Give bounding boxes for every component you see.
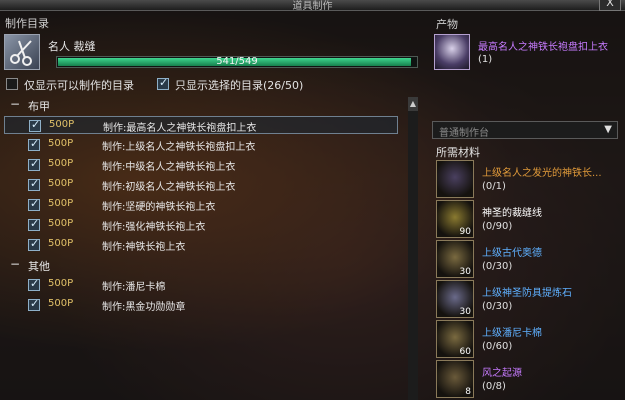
material-row[interactable]: 90 神圣的裁缝线 (0/90) (436, 200, 622, 240)
recipe-list-scrollbar[interactable]: ▲ (408, 97, 418, 400)
material-icon[interactable]: 90 (436, 200, 474, 238)
material-qty: 90 (459, 227, 471, 237)
recipe-checkbox[interactable] (28, 177, 40, 191)
material-icon[interactable]: 30 (436, 280, 474, 318)
product-name: 最高名人之神铁长袍盘扣上衣 (478, 42, 608, 53)
recipe-cost: 500P (48, 238, 74, 249)
recipe-name: 制作:上级名人之神铁长袍盘扣上衣 (102, 142, 256, 153)
recipe-checkbox[interactable] (29, 118, 41, 132)
material-name: 风之起源 (482, 368, 522, 379)
workbench-value: 普通制作台 (439, 128, 489, 139)
material-icon[interactable]: 8 (436, 360, 474, 398)
recipe-name: 制作:黑金功勋勋章 (102, 302, 186, 313)
material-row[interactable]: 30 上级古代奥德 (0/30) (436, 240, 622, 280)
material-row[interactable]: 8 风之起源 (0/8) (436, 360, 622, 400)
filter-selected-checkbox[interactable] (157, 76, 169, 90)
recipe-list-title: 制作目录 (5, 17, 49, 30)
filter-craftable-checkbox[interactable] (6, 78, 18, 90)
recipe-cost: 500P (49, 119, 75, 130)
filter-craftable-label: 仅显示可以制作的目录 (24, 79, 134, 92)
material-count: (0/90) (482, 221, 513, 232)
recipe-name: 制作:潘尼卡棉 (102, 282, 166, 293)
material-icon[interactable] (436, 160, 474, 198)
material-row[interactable]: 30 上级神圣防具提炼石 (0/30) (436, 280, 622, 320)
filter-selected-only[interactable]: 只显示选择的目录(26/50) (157, 76, 317, 92)
material-name: 上级古代奥德 (482, 248, 542, 259)
category-row[interactable]: − 布甲 (4, 96, 404, 114)
skill-progress-text: 541/549 (216, 56, 258, 67)
window-title: 道具制作 (292, 1, 333, 12)
chevron-down-icon: ▼ (604, 124, 612, 135)
workbench-dropdown[interactable]: 普通制作台 ▼ (432, 121, 618, 139)
recipe-list: −布甲500P制作:最高名人之神铁长袍盘扣上衣500P制作:上级名人之神铁长袍盘… (4, 96, 404, 326)
material-row[interactable]: 上级名人之发光的神铁长... (0/1) (436, 160, 622, 200)
recipe-name: 制作:坚硬的神铁长袍上衣 (102, 202, 216, 213)
recipe-name: 制作:神铁长袍上衣 (102, 242, 186, 253)
recipe-cost: 500P (48, 278, 74, 289)
recipe-row[interactable]: 500P 制作:强化神铁长袍上衣 (4, 216, 398, 234)
material-qty: 60 (459, 347, 471, 357)
scissors-icon (4, 34, 40, 70)
close-button[interactable]: X (599, 0, 621, 11)
product-count: (1) (478, 54, 493, 65)
material-count: (0/1) (482, 181, 506, 192)
recipe-checkbox[interactable] (28, 237, 40, 251)
filter-selected-label: 只显示选择的目录(26/50) (175, 79, 304, 92)
collapse-icon[interactable]: − (10, 257, 20, 271)
material-name: 上级神圣防具提炼石 (482, 288, 572, 299)
recipe-checkbox[interactable] (28, 197, 40, 211)
recipe-checkbox[interactable] (28, 217, 40, 231)
material-qty: 30 (459, 307, 471, 317)
recipe-row[interactable]: 500P 制作:潘尼卡棉 (4, 276, 398, 294)
filter-craftable-only[interactable]: 仅显示可以制作的目录 (6, 78, 146, 92)
recipe-checkbox[interactable] (28, 297, 40, 311)
material-count: (0/60) (482, 341, 513, 352)
material-count: (0/8) (482, 381, 506, 392)
material-icon[interactable]: 60 (436, 320, 474, 358)
material-count: (0/30) (482, 261, 513, 272)
recipe-row[interactable]: 500P 制作:初级名人之神铁长袍上衣 (4, 176, 398, 194)
recipe-checkbox[interactable] (28, 157, 40, 171)
recipe-name: 制作:初级名人之神铁长袍上衣 (102, 182, 236, 193)
recipe-cost: 500P (48, 298, 74, 309)
recipe-name: 制作:强化神铁长袍上衣 (102, 222, 206, 233)
scroll-up-arrow[interactable]: ▲ (408, 97, 418, 111)
recipe-name: 制作:中级名人之神铁长袍上衣 (102, 162, 236, 173)
collapse-icon[interactable]: − (10, 97, 20, 111)
material-name: 上级潘尼卡棉 (482, 328, 542, 339)
recipe-cost: 500P (48, 198, 74, 209)
material-name: 上级名人之发光的神铁长... (482, 168, 602, 179)
recipe-checkbox[interactable] (28, 137, 40, 151)
skill-progress-bar: 541/549 (56, 56, 418, 68)
recipe-row[interactable]: 500P 制作:坚硬的神铁长袍上衣 (4, 196, 398, 214)
recipe-row[interactable]: 500P 制作:中级名人之神铁长袍上衣 (4, 156, 398, 174)
recipe-cost: 500P (48, 218, 74, 229)
skill-name: 名人 裁缝 (48, 40, 96, 53)
recipe-checkbox[interactable] (28, 277, 40, 291)
material-qty: 8 (465, 387, 471, 397)
recipe-row[interactable]: 500P 制作:最高名人之神铁长袍盘扣上衣 (4, 116, 398, 134)
material-row[interactable]: 60 上级潘尼卡棉 (0/60) (436, 320, 622, 360)
recipe-row[interactable]: 500P 制作:黑金功勋勋章 (4, 296, 398, 314)
crafting-window: 道具制作 X 制作目录 名人 裁缝 541/549 仅显示可以制作的目录 只显示… (0, 0, 625, 400)
materials-title: 所需材料 (436, 146, 480, 159)
material-icon[interactable]: 30 (436, 240, 474, 278)
category-label: 布甲 (28, 100, 50, 113)
recipe-cost: 500P (48, 158, 74, 169)
product-title: 产物 (436, 18, 458, 31)
material-qty: 30 (459, 267, 471, 277)
product-panel: 产物 最高名人之神铁长袍盘扣上衣 (1) 普通制作台 ▼ 所需材料 上级名人之发… (432, 16, 622, 400)
material-count: (0/30) (482, 301, 513, 312)
recipe-cost: 500P (48, 138, 74, 149)
skill-header: 名人 裁缝 541/549 (4, 34, 420, 74)
recipe-name: 制作:最高名人之神铁长袍盘扣上衣 (103, 123, 257, 134)
recipe-row[interactable]: 500P 制作:神铁长袍上衣 (4, 236, 398, 254)
recipe-row[interactable]: 500P 制作:上级名人之神铁长袍盘扣上衣 (4, 136, 398, 154)
robe-icon[interactable] (434, 34, 470, 70)
category-label: 其他 (28, 260, 50, 273)
title-bar[interactable]: 道具制作 X (0, 0, 625, 12)
category-row[interactable]: − 其他 (4, 256, 404, 274)
material-name: 神圣的裁缝线 (482, 208, 542, 219)
recipe-cost: 500P (48, 178, 74, 189)
